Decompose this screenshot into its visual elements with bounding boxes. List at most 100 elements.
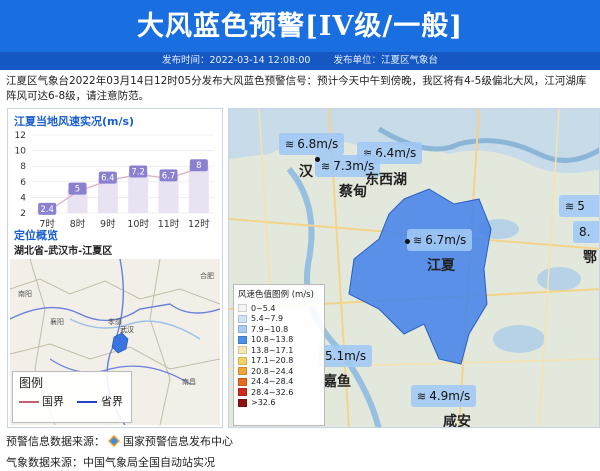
y-tick-label: 10	[15, 147, 27, 157]
legend-label: 20.8~24.4	[251, 366, 294, 376]
x-tick-label: 12时	[188, 218, 210, 230]
location-subtitle: 湖北省-武汉市-江夏区	[14, 246, 113, 257]
national-warning-center-logo-icon	[108, 435, 120, 447]
wind-icon: ≋	[417, 389, 427, 403]
legend-swatch	[238, 304, 247, 313]
warning-title: 大风蓝色预警[IV级/一般]	[137, 11, 463, 42]
mini-map-legend: 图例 国界 省界	[12, 371, 132, 423]
wind-icon: ≋	[321, 159, 331, 173]
y-tick-label: 4	[20, 193, 26, 203]
mini-map-city-wuhan: 武汉	[120, 326, 134, 334]
legend-label: 17.1~20.8	[251, 356, 294, 366]
warning-data-source: 预警信息数据来源： 国家预警信息发布中心	[6, 435, 233, 448]
wind-speed-bar	[188, 166, 209, 213]
x-tick-label: 9时	[100, 218, 116, 230]
national-border-line-icon	[19, 401, 39, 403]
data-label: 6.4	[101, 174, 115, 184]
wind-icon: ≋	[285, 137, 295, 151]
legend-label: 0~5.4	[251, 303, 276, 313]
left-panel: 江夏当地风速实况(m/s) 2.4 5 6.4 7.2 6.7 8 2 4 6 8 10 12 7时…	[7, 108, 223, 428]
publish-time: 发布时间：2022-03-14 12:08:00	[162, 55, 311, 66]
overview-mini-map[interactable]: 南阳 襄阳 孝感 武汉 合肥 南昌 图例 国界 省界	[10, 259, 220, 425]
place-jiayu: 嘉鱼	[323, 374, 351, 390]
legend-national-border: 国界	[42, 395, 64, 408]
legend-label: 5.4~7.9	[251, 314, 284, 324]
warning-header: 大风蓝色预警[IV级/一般] 发布时间：2022-03-14 12:08:00 …	[0, 0, 600, 70]
y-tick-label: 2	[20, 209, 26, 219]
legend-label: 10.8~13.8	[251, 335, 294, 345]
wind-legend-item: 13.8~17.1	[234, 345, 324, 356]
wind-speed-bar	[158, 176, 179, 213]
legend-label: 13.8~17.1	[251, 345, 294, 355]
data-label: 5	[75, 185, 80, 195]
location-title: 定位概览	[14, 229, 58, 242]
wind-icon: ≋	[565, 199, 575, 213]
legend-swatch	[238, 335, 247, 344]
station-marker-icon[interactable]	[405, 239, 410, 244]
warning-description: 江夏区气象台2022年03月14日12时05分发布大风蓝色预警信号：预计今天中午…	[6, 75, 587, 102]
wind-reading-box[interactable]: ≋ 6.8m/s	[279, 133, 345, 155]
wind-speed-map[interactable]: ≋ 6.8m/s ≋ 6.4m/s ≋ 7.3m/s ≋ 6.7m/s 5.1m/s ≋…	[228, 108, 600, 428]
legend-swatch	[238, 398, 247, 407]
wind-legend-item: 7.9~10.8	[234, 324, 324, 335]
wind-legend-item: >32.6	[234, 398, 324, 409]
wind-legend-item: 0~5.4	[234, 303, 324, 314]
legend-label: 28.4~32.6	[251, 387, 294, 397]
data-label: 2.4	[40, 205, 54, 215]
place-xianan: 咸安	[443, 414, 471, 428]
warning-meta-bar: 发布时间：2022-03-14 12:08:00 发布单位：江夏区气象台	[0, 52, 600, 70]
wind-legend-item: 20.8~24.4	[234, 366, 324, 377]
legend-label: 7.9~10.8	[251, 324, 289, 334]
legend-swatch	[238, 356, 247, 365]
wind-reading-box[interactable]: ≋ 6.7m/s	[407, 229, 473, 251]
y-tick-label: 12	[15, 131, 26, 141]
wind-legend-title: 风速色值图例 (m/s)	[238, 290, 314, 300]
place-e: 鄂	[583, 250, 597, 266]
wind-legend-item: 10.8~13.8	[234, 335, 324, 346]
y-tick-label: 8	[20, 162, 26, 172]
y-tick-label: 6	[20, 178, 26, 188]
legend-label: 24.4~28.4	[251, 377, 294, 387]
data-label: 8	[196, 161, 201, 171]
mini-map-city-nanchang: 南昌	[182, 378, 196, 386]
legend-swatch	[238, 325, 247, 334]
legend-swatch	[238, 314, 247, 323]
station-marker-icon[interactable]	[315, 157, 320, 162]
place-caidian: 蔡甸	[339, 184, 367, 200]
wind-legend-item: 24.4~28.4	[234, 377, 324, 388]
provincial-border-line-icon	[77, 401, 97, 403]
wind-color-legend: 风速色值图例 (m/s) 0~5.4 5.4~7.9 7.9~10.8 10.8~13…	[233, 284, 325, 426]
weather-data-source: 气象数据来源：中国气象局全国自动站实况	[6, 456, 215, 469]
mini-map-city-nanyang: 南阳	[18, 290, 32, 298]
wind-chart-title: 江夏当地风速实况(m/s)	[14, 115, 135, 128]
legend-provincial-border: 省界	[101, 395, 123, 408]
legend-swatch	[238, 367, 247, 376]
wind-reading-box[interactable]: ≋ 5	[559, 195, 599, 217]
warning-source-name[interactable]: 国家预警信息发布中心	[123, 435, 233, 448]
wind-legend-item: 28.4~32.6	[234, 387, 324, 398]
wind-speed-bar	[128, 172, 149, 213]
x-tick-label: 10时	[127, 218, 149, 230]
wind-reading-box[interactable]: ≋ 4.9m/s	[411, 385, 477, 407]
wind-speed-chart: 2.456.47.2 6.78 24681012 7时 8时 9时 10时 11时 12时	[15, 131, 214, 230]
place-han: 汉	[299, 164, 313, 180]
x-tick-label: 11时	[158, 218, 180, 230]
mini-map-city-hefei: 合肥	[200, 272, 214, 280]
wind-legend-item: 5.4~7.9	[234, 314, 324, 325]
legend-swatch	[238, 346, 247, 355]
legend-swatch	[238, 388, 247, 397]
mini-map-legend-title: 图例	[19, 376, 44, 390]
place-jiangxia: 江夏	[427, 258, 455, 274]
wind-reading-box[interactable]: 8.	[573, 221, 599, 243]
data-label: 6.7	[162, 171, 176, 181]
wind-reading-box[interactable]: 5.1m/s	[319, 345, 373, 367]
publisher: 发布单位：江夏区气象台	[333, 55, 438, 66]
mini-map-city-xiangyang: 襄阳	[50, 318, 64, 326]
legend-swatch	[238, 377, 247, 386]
x-tick-label: 8时	[70, 218, 86, 230]
data-label: 7.2	[131, 167, 145, 177]
wind-icon: ≋	[413, 233, 423, 247]
place-dongxihu: 东西湖	[365, 172, 407, 188]
wind-legend-item: 17.1~20.8	[234, 356, 324, 367]
legend-label: >32.6	[251, 398, 276, 408]
